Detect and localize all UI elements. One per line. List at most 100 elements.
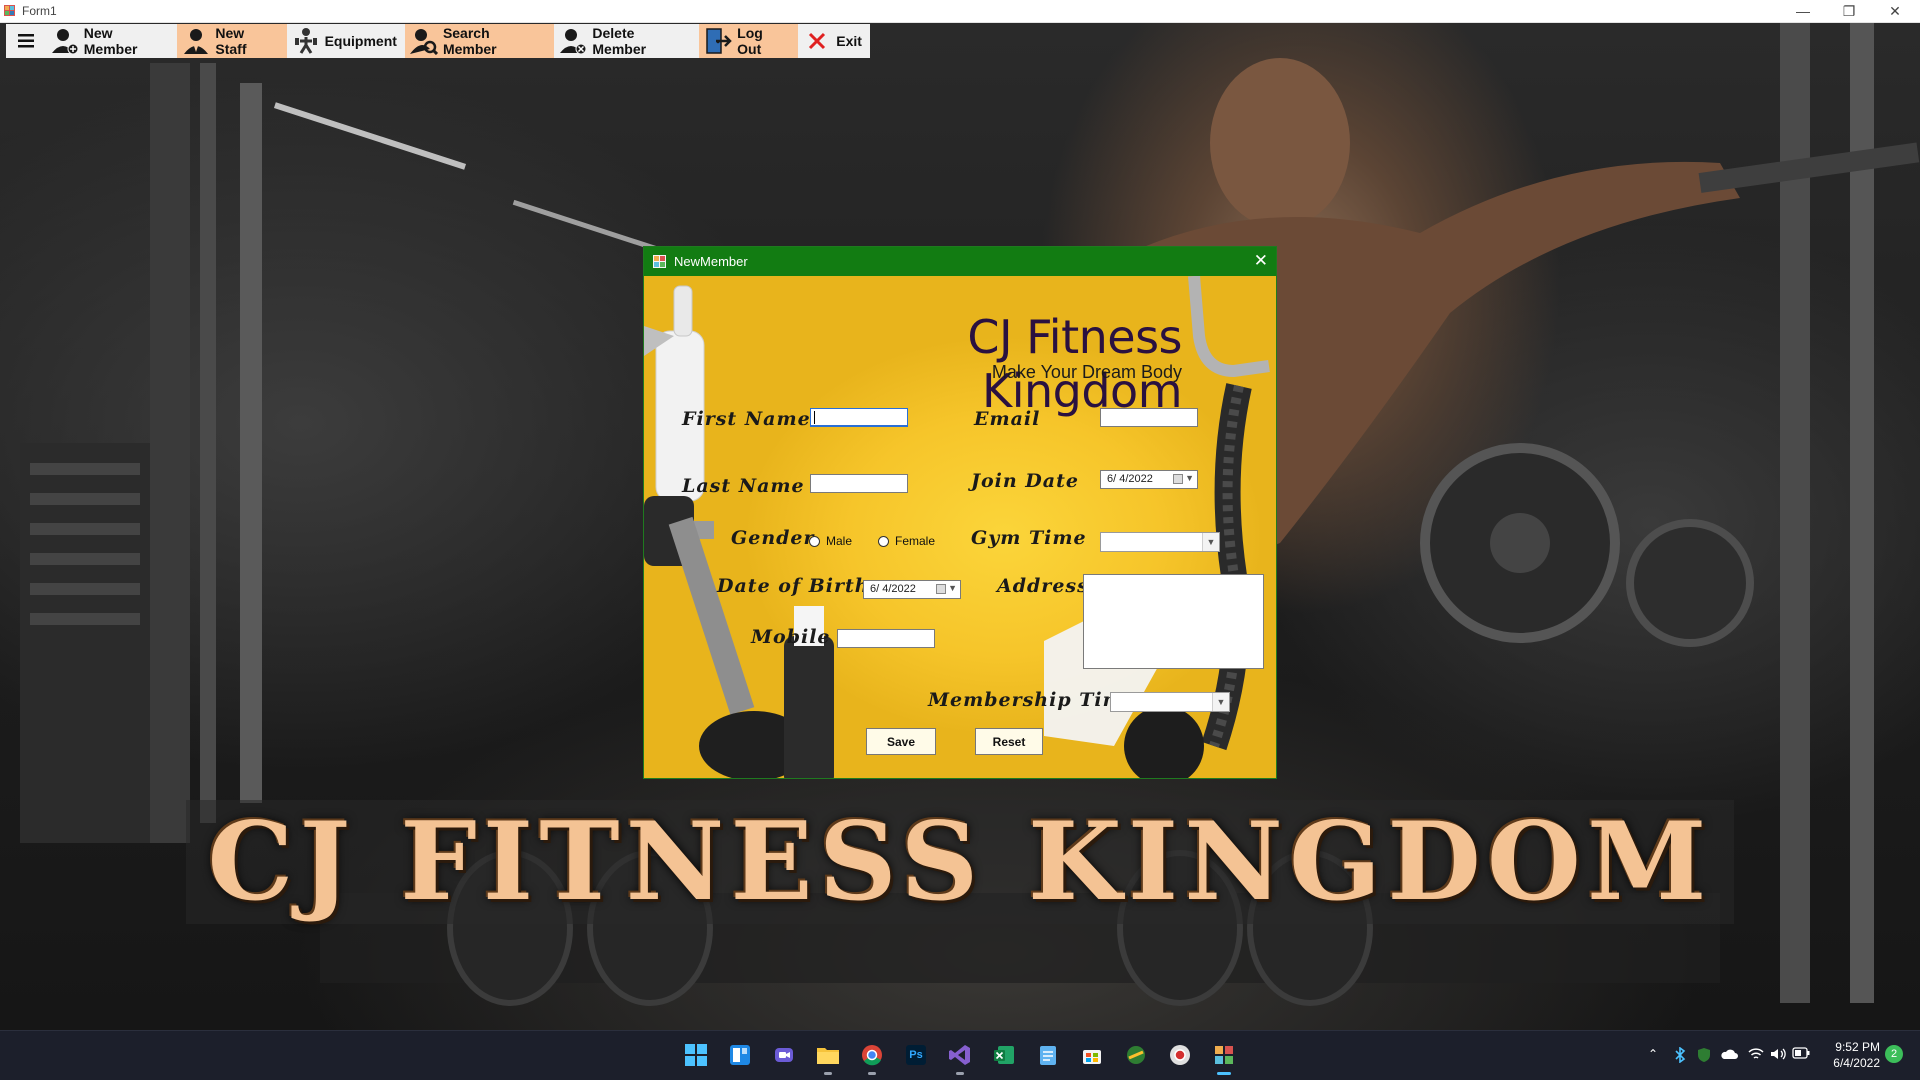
volume-icon[interactable]: [1770, 1047, 1786, 1061]
chevron-down-icon: ▼: [1202, 533, 1219, 551]
calendar-icon: [1173, 474, 1183, 484]
clock-date: 6/4/2022: [1833, 1056, 1880, 1070]
widgets-icon: [730, 1045, 750, 1065]
onedrive-icon[interactable]: [1720, 1047, 1738, 1061]
gender-male-radio[interactable]: Male: [809, 534, 852, 548]
photoshop-label: Ps: [909, 1049, 923, 1061]
window-title-bar: Form1 — ❐ ✕: [0, 0, 1920, 23]
battery-icon[interactable]: [1792, 1047, 1810, 1059]
brand-banner-text: CJ FITNESS KINGDOM: [207, 799, 1713, 925]
join-date-label: Join Date: [971, 470, 1079, 492]
teams-chat-button[interactable]: [770, 1041, 798, 1069]
winforms-app-icon: [1215, 1046, 1233, 1064]
file-explorer-icon: [817, 1048, 839, 1064]
save-button[interactable]: Save: [866, 728, 936, 755]
menu-equipment-label: Equipment: [324, 33, 397, 49]
first-name-input[interactable]: [810, 408, 908, 427]
chevron-down-icon: ▼: [1212, 693, 1229, 711]
menu-equipment[interactable]: Equipment: [287, 24, 405, 58]
visual-studio-button[interactable]: [946, 1041, 974, 1075]
menu-new-staff[interactable]: New Staff: [177, 24, 287, 58]
close-icon: ✕: [1253, 251, 1268, 270]
menu-search-member-label: Search Member: [442, 25, 497, 57]
gym-time-combobox[interactable]: ▼: [1100, 532, 1220, 552]
chevron-up-icon[interactable]: ⌃: [1648, 1047, 1658, 1061]
bluetooth-icon[interactable]: [1674, 1047, 1686, 1063]
menu-log-out-label: Log Out: [737, 25, 763, 57]
membership-time-label: Membership Time: [928, 689, 1137, 711]
excel-icon: [994, 1046, 1014, 1064]
address-textarea[interactable]: [1083, 574, 1264, 669]
equipment-icon: [292, 27, 320, 55]
address-label: Address: [997, 575, 1089, 597]
email-input[interactable]: [1100, 408, 1198, 427]
winforms-app-button[interactable]: [1210, 1041, 1238, 1075]
menu-exit[interactable]: Exit: [798, 24, 870, 58]
dob-date-picker[interactable]: 6/ 4/2022 ▼: [863, 580, 961, 599]
menu-delete-member[interactable]: Delete Member: [554, 24, 699, 58]
photoshop-button[interactable]: Ps: [902, 1041, 930, 1069]
new-member-dialog: NewMember ✕ CJ Fitness Kingdom Make Your…: [643, 246, 1277, 779]
last-name-label: Last Name: [682, 475, 805, 497]
notification-badge[interactable]: 2: [1885, 1045, 1903, 1063]
dialog-body: CJ Fitness Kingdom Make Your Dream Body …: [644, 276, 1276, 778]
chrome-beta-button[interactable]: [1166, 1041, 1194, 1069]
visual-studio-icon: [949, 1045, 970, 1065]
gender-male-label: Male: [826, 534, 853, 548]
radio-circle: [809, 535, 820, 547]
teams-chat-icon: [775, 1048, 793, 1062]
start-icon: [685, 1044, 707, 1066]
text-caret: [814, 411, 815, 424]
dob-value: 6/ 4/2022: [870, 583, 916, 595]
gender-female-radio[interactable]: Female: [878, 534, 935, 548]
running-indicator: [824, 1072, 832, 1075]
chevron-down-icon: ▼: [948, 583, 957, 593]
excel-button[interactable]: [990, 1041, 1018, 1069]
restore-button[interactable]: ❐: [1826, 0, 1872, 22]
close-icon: ✕: [1889, 2, 1901, 19]
widgets-button[interactable]: [726, 1041, 754, 1069]
chrome-beta-icon: [1170, 1045, 1190, 1065]
dialog-title-bar: NewMember ✕: [644, 247, 1276, 276]
notepad-button[interactable]: [1034, 1041, 1062, 1069]
calendar-icon: [936, 584, 946, 594]
last-name-input[interactable]: [810, 474, 908, 493]
close-window-button[interactable]: ✕: [1872, 0, 1918, 22]
minimize-button[interactable]: —: [1780, 0, 1826, 22]
close-icon: [803, 27, 831, 55]
menu-new-member[interactable]: New Member: [46, 24, 178, 58]
start-button[interactable]: [682, 1041, 710, 1069]
store-button[interactable]: [1078, 1041, 1106, 1069]
clock-time: 9:52 PM: [1835, 1040, 1880, 1054]
defender-icon[interactable]: [1696, 1047, 1712, 1063]
chrome-button[interactable]: [858, 1041, 886, 1075]
chrome-icon: [862, 1045, 882, 1066]
app-icon: [4, 5, 15, 16]
wifi-icon[interactable]: [1748, 1047, 1764, 1061]
membership-time-combobox[interactable]: ▼: [1110, 692, 1230, 712]
running-indicator: [956, 1072, 964, 1075]
file-explorer-button[interactable]: [814, 1041, 842, 1075]
join-date-picker[interactable]: 6/ 4/2022 ▼: [1100, 470, 1198, 489]
radio-circle: [878, 535, 889, 547]
email-label: Email: [974, 408, 1041, 430]
dob-label: Date of Birth: [717, 575, 870, 597]
dialog-close-button[interactable]: ✕: [1254, 251, 1268, 271]
mobile-input[interactable]: [837, 629, 935, 648]
hamburger-icon: [17, 34, 34, 48]
menu-search-member[interactable]: Search Member: [404, 24, 555, 58]
system-clock[interactable]: 9:52 PM 6/4/2022: [1820, 1039, 1880, 1071]
maps-button[interactable]: [1122, 1041, 1150, 1069]
menu-log-out[interactable]: Log Out: [699, 24, 799, 58]
running-indicator: [868, 1072, 876, 1075]
first-name-label: First Name: [682, 408, 811, 430]
gender-female-label: Female: [895, 534, 936, 548]
restore-icon: ❐: [1842, 2, 1856, 19]
reset-button[interactable]: Reset: [975, 728, 1043, 755]
gym-time-label: Gym Time: [971, 527, 1087, 549]
hamburger-menu-button[interactable]: [6, 24, 46, 58]
windows-taskbar: Ps ⌃ 9:52 PM 6/4/2022 2: [0, 1030, 1920, 1080]
search-user-icon: [409, 27, 438, 55]
window-title: Form1: [22, 4, 57, 18]
menu-exit-label: Exit: [836, 33, 862, 49]
